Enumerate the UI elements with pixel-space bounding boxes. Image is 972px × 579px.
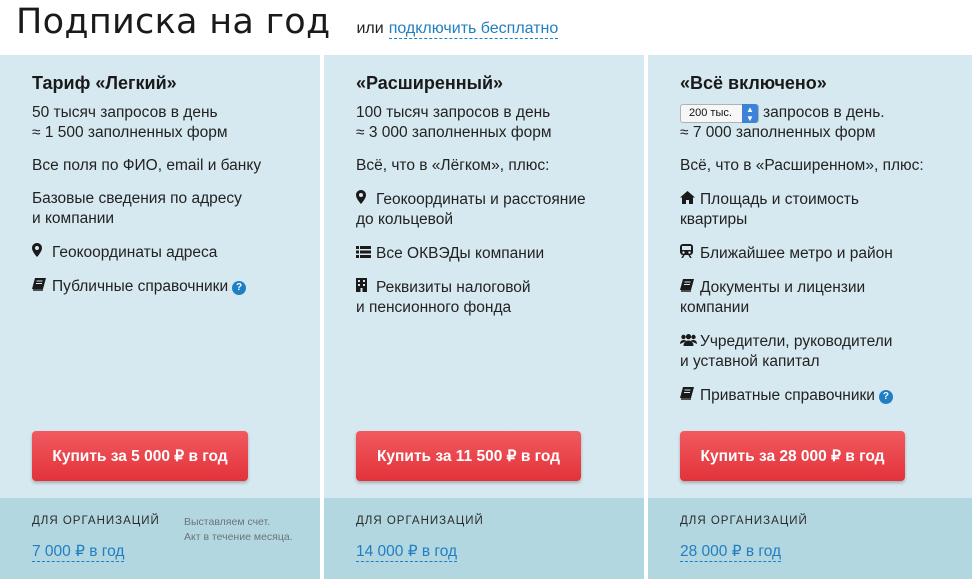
plan-title: «Расширенный» (356, 73, 504, 93)
feature-apartment: Площадь и стоимость квартиры (680, 189, 956, 230)
feature-text: Геокоординаты адреса (52, 244, 218, 261)
requests-select-value: 200 тыс. (689, 107, 732, 119)
feature-text: компании (680, 299, 750, 316)
users-icon (680, 331, 700, 351)
feature-public-refs: Публичные справочники? (32, 276, 304, 297)
org-price-link[interactable]: 7 000 ₽ в год (32, 543, 125, 562)
org-label: ДЛЯ ОРГАНИЗАЦИЙ (32, 515, 160, 527)
org-price-link[interactable]: 14 000 ₽ в год (356, 543, 458, 562)
page-header: Подписка на год или подключить бесплатно (16, 0, 559, 46)
list-icon (356, 243, 376, 263)
building-icon (356, 277, 376, 297)
plan-title: «Всё включено» (680, 73, 827, 93)
org-footer: ДЛЯ ОРГАНИЗАЦИЙ 14 000 ₽ в год (324, 498, 644, 579)
org-note: Выставляем счет. Акт в течение месяца. (184, 515, 293, 545)
feature-private-refs: Приватные справочники? (680, 385, 956, 406)
feature-text: Документы и лицензии (700, 279, 866, 296)
plan-card-extended: «Расширенный» 100 тысяч запросов в день … (324, 55, 644, 579)
feature-text: Учредители, руководители (700, 333, 893, 350)
map-marker-icon (32, 242, 52, 262)
feature-text: и пенсионного фонда (356, 299, 512, 316)
org-footer: ДЛЯ ОРГАНИЗАЦИЙ 28 000 ₽ в год (648, 498, 972, 579)
chevron-updown-icon: ▲ ▼ (742, 103, 758, 123)
feature-text: Геокоординаты и расстояние (376, 191, 586, 208)
plan-card-all-inclusive: «Всё включено» 200 тыс. ▲ ▼ запросов в де… (648, 55, 972, 579)
plan-card-body: «Расширенный» 100 тысяч запросов в день … (356, 73, 628, 331)
feature-text: и уставной капитал (680, 353, 820, 370)
plan-title: Тариф «Легкий» (32, 73, 177, 93)
feature-text: Все ОКВЭДы компании (376, 245, 545, 262)
feature-documents: Документы и лицензии компании (680, 277, 956, 318)
org-footer: ДЛЯ ОРГАНИЗАЦИЙ 7 000 ₽ в год Выставляем… (0, 498, 320, 579)
org-label: ДЛЯ ОРГАНИЗАЦИЙ (356, 515, 484, 527)
connect-free-link[interactable]: подключить бесплатно (388, 20, 559, 39)
feature-okved: Все ОКВЭДы компании (356, 243, 628, 264)
buy-light-button[interactable]: Купить за 5 000 ₽ в год (32, 431, 248, 481)
org-price-link[interactable]: 28 000 ₽ в год (680, 543, 782, 562)
feature-text: Ближайшее метро и район (700, 245, 893, 262)
org-note-line: Выставляем счет. (184, 516, 271, 528)
or-text: или (356, 20, 384, 37)
home-icon (680, 189, 700, 209)
plan-intro: Все поля по ФИО, email и банку (32, 157, 262, 174)
buy-all-inclusive-button[interactable]: Купить за 28 000 ₽ в год (680, 431, 905, 481)
feature-text: и компании (32, 210, 115, 227)
org-label: ДЛЯ ОРГАНИЗАЦИЙ (680, 515, 808, 527)
feature-text: квартиры (680, 211, 748, 228)
feature-text: Площадь и стоимость (700, 191, 859, 208)
plan-card-body: Тариф «Легкий» 50 тысяч запросов в день … (32, 73, 304, 310)
map-marker-icon (356, 189, 376, 209)
plan-card-light: Тариф «Легкий» 50 тысяч запросов в день … (0, 55, 320, 579)
feature-text: Базовые сведения по адресу (32, 190, 242, 207)
help-icon[interactable]: ? (232, 281, 247, 295)
quota-line: 100 тысяч запросов в день (356, 104, 551, 121)
quota-line: 50 тысяч запросов в день (32, 104, 218, 121)
help-icon[interactable]: ? (878, 390, 893, 404)
book-icon (680, 277, 700, 297)
feature-founders: Учредители, руководители и уставной капи… (680, 331, 956, 372)
page-title: Подписка на год (16, 2, 331, 42)
feature-text: Публичные справочники (52, 278, 229, 295)
feature-text: до кольцевой (356, 211, 453, 228)
feature-tax-details: Реквизиты налоговой и пенсионного фонда (356, 277, 628, 318)
quota-line: 200 тыс. ▲ ▼ запросов в день. (680, 103, 956, 123)
feature-geo-distance: Геокоординаты и расстояние до кольцевой (356, 189, 628, 230)
feature-basic-info: Базовые сведения по адресу и компании (32, 189, 304, 229)
requests-select[interactable]: 200 тыс. ▲ ▼ (680, 103, 759, 123)
feature-text: Приватные справочники (700, 387, 875, 404)
buy-extended-button[interactable]: Купить за 11 500 ₽ в год (356, 431, 581, 481)
pricing-cards: Тариф «Легкий» 50 тысяч запросов в день … (0, 55, 972, 579)
org-note-line: Акт в течение месяца. (184, 531, 293, 543)
forms-line: ≈ 1 500 заполненных форм (32, 124, 228, 141)
plan-intro: Всё, что в «Лёгком», плюс: (356, 157, 550, 174)
book-icon (32, 276, 52, 296)
subway-icon (680, 243, 700, 263)
feature-text: Реквизиты налоговой (376, 279, 531, 296)
book-icon (680, 385, 700, 405)
quota-suffix: запросов в день. (763, 104, 885, 121)
forms-line: ≈ 7 000 заполненных форм (680, 124, 876, 141)
plan-card-body: «Всё включено» 200 тыс. ▲ ▼ запросов в де… (680, 73, 956, 419)
feature-geo: Геокоординаты адреса (32, 242, 304, 263)
forms-line: ≈ 3 000 заполненных форм (356, 124, 552, 141)
feature-metro: Ближайшее метро и район (680, 243, 956, 264)
plan-intro: Всё, что в «Расширенном», плюс: (680, 157, 924, 174)
